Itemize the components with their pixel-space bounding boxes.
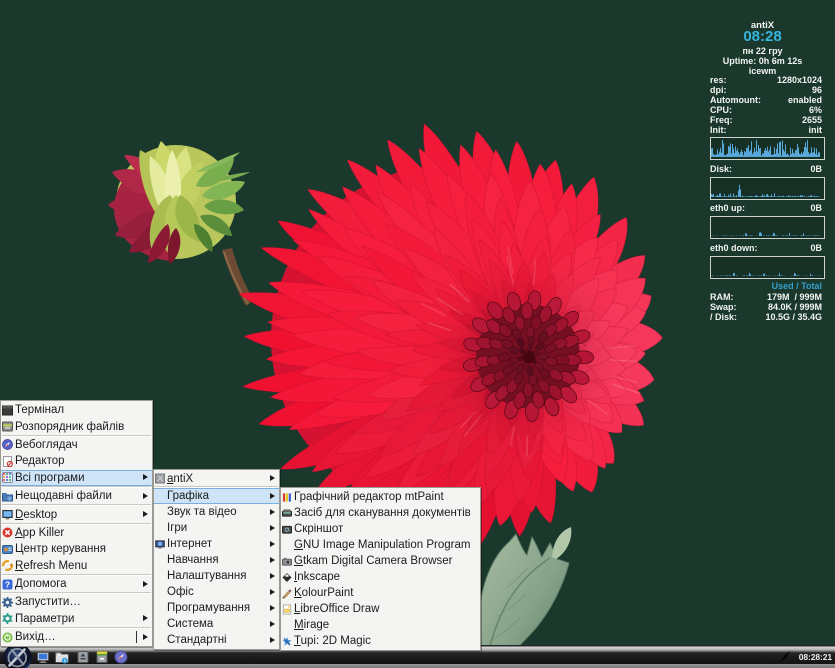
svg-text:?: ? (5, 579, 10, 589)
